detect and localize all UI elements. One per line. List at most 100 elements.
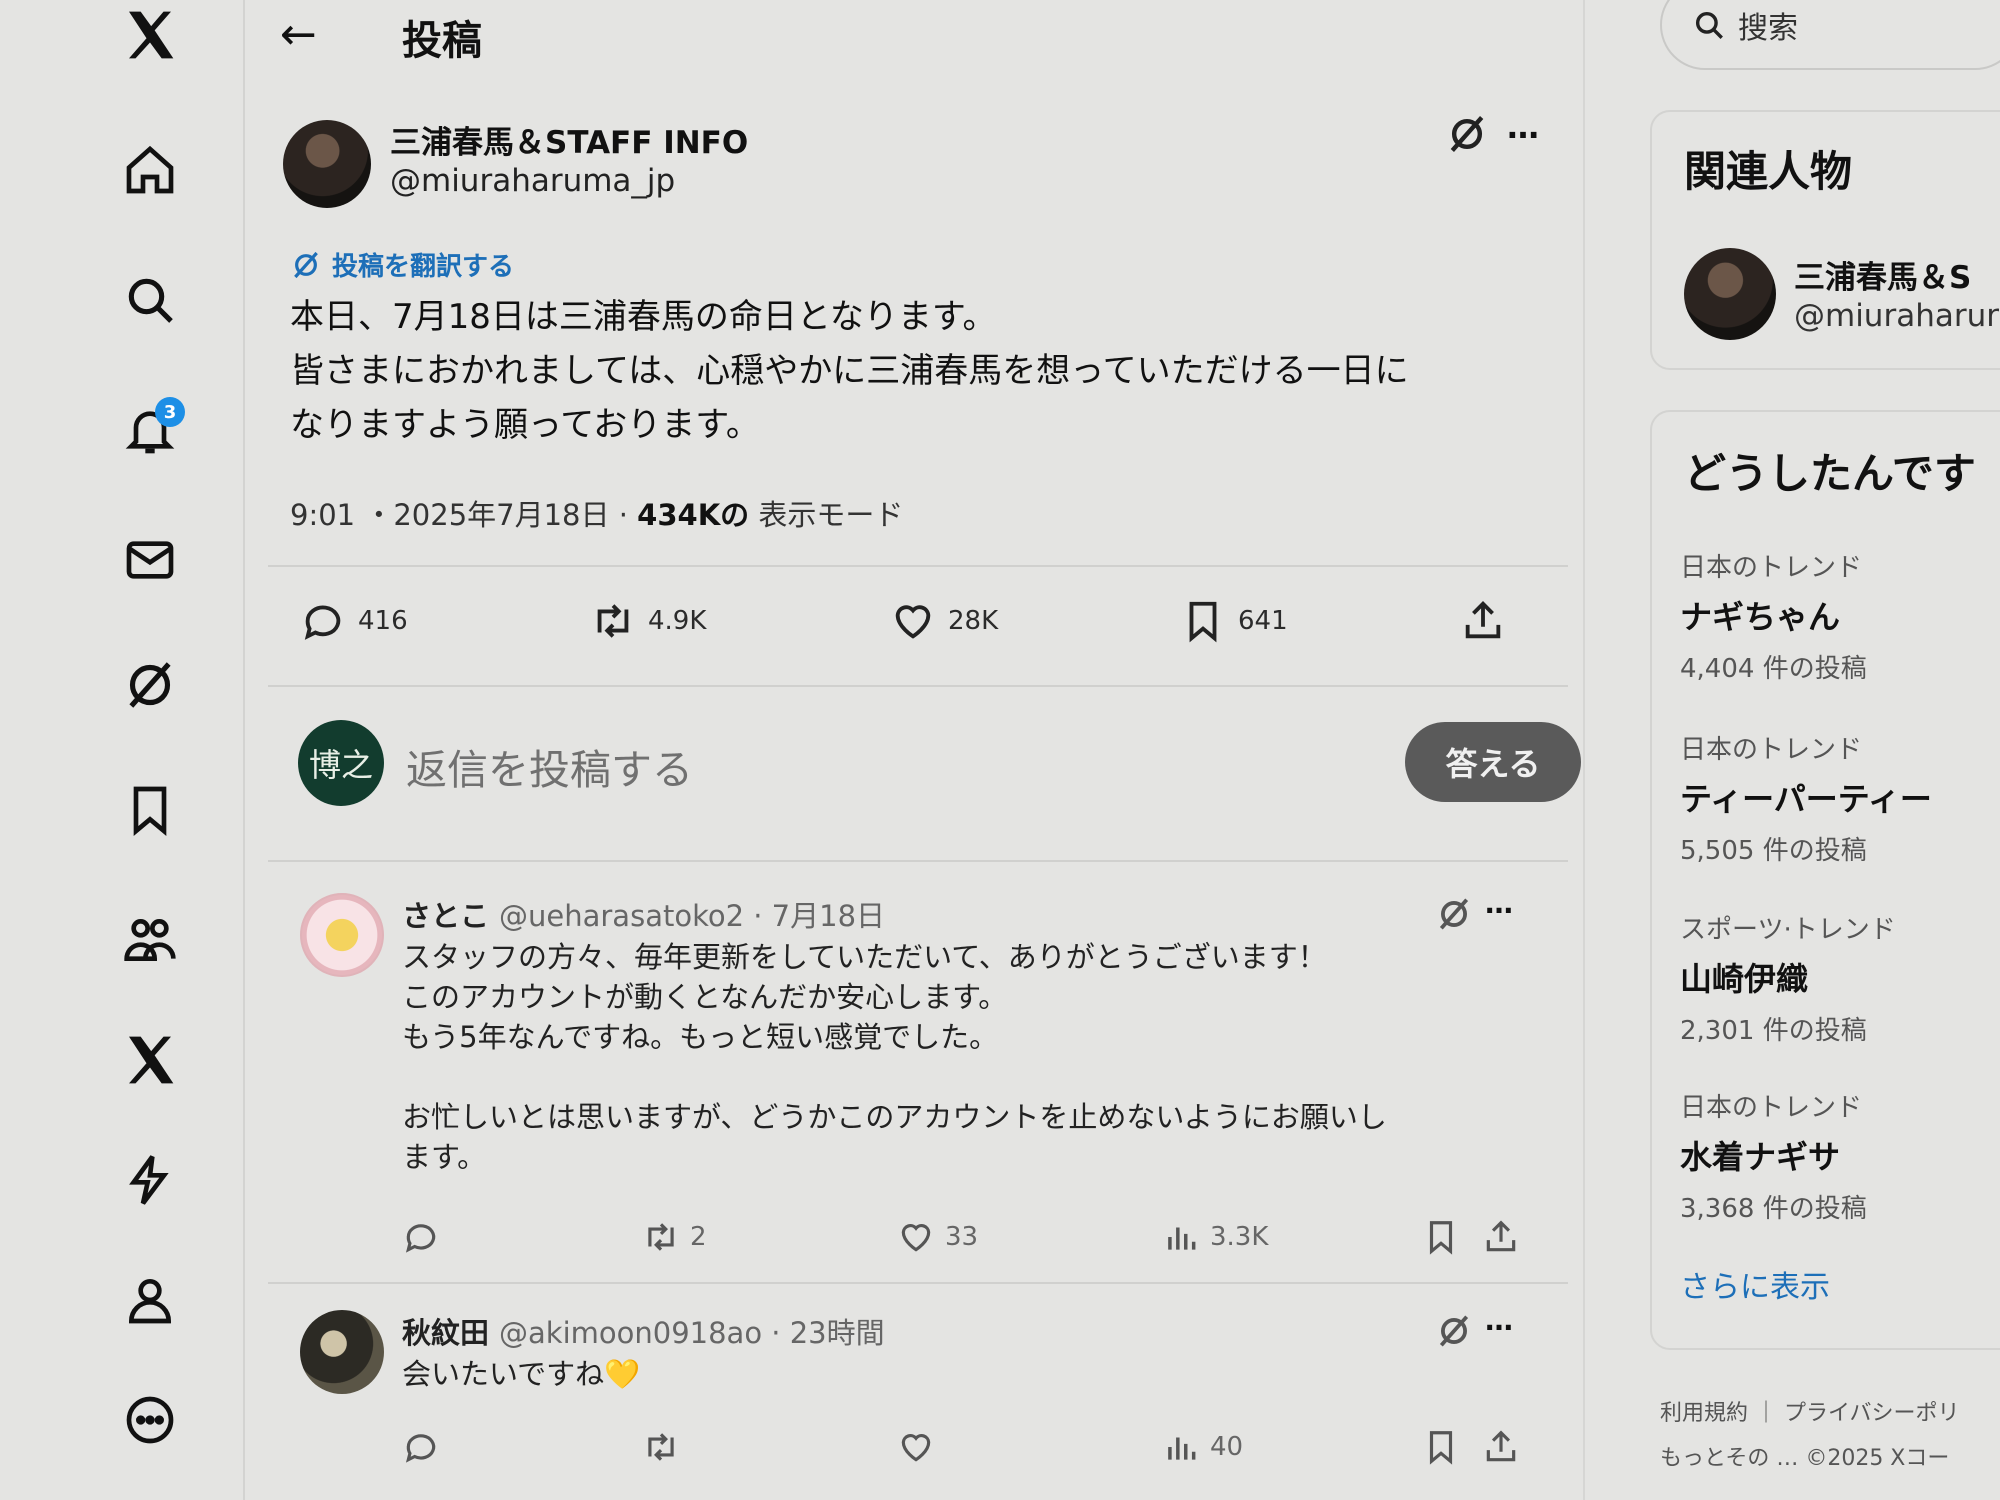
reply-action[interactable] [402,1428,440,1466]
bookmark-icon[interactable] [115,775,185,845]
trend-category: スポーツ·トレンド [1680,915,1896,945]
reply-author-name[interactable]: 秋紋田 [402,1316,489,1350]
reply-handle-time: @ueharasatoko2 · 7月18日 [499,899,886,933]
profile-icon[interactable] [115,1265,185,1335]
avatar[interactable] [300,1310,384,1394]
avatar[interactable] [1684,248,1776,340]
share-icon [1486,1430,1516,1462]
reply-handle-time: @akimoon0918ao · 23時間 [499,1316,885,1350]
related-title: 関連人物 [1684,147,1853,196]
my-avatar[interactable]: 博之 [298,720,384,806]
trend-count: 4,404 件の投稿 [1680,654,1867,684]
related-handle[interactable]: @miuraharur [1794,298,1999,334]
like-action[interactable]: 28K [890,598,998,644]
repost-icon [648,1223,674,1251]
grok-icon[interactable] [115,650,185,720]
notification-badge: 3 [155,397,185,427]
show-more-link[interactable]: さらに表示 [1680,1262,1830,1306]
reply-composer: 博之 返信を投稿する 答える [298,720,1581,810]
trend-item[interactable]: 日本のトレンド ティーパーティー 5,505 件の投稿 [1680,729,1932,867]
related-name[interactable]: 三浦春馬＆S [1794,252,1971,297]
author-handle[interactable]: @miuraharuma_jp [390,163,675,199]
reply-actions: 2 33 3.3K [402,1218,1516,1264]
left-nav: 3 [0,0,245,1500]
view-count: 40 [1210,1432,1244,1462]
bookmark-icon [1189,601,1217,643]
reply-action[interactable]: 416 [300,598,408,644]
reply-text-line: 会いたいですね💛 [402,1357,641,1391]
share-icon [1465,601,1501,639]
bookmark-icon [1429,1431,1453,1465]
avatar[interactable] [300,893,384,977]
repost-action[interactable]: 4.9K [590,598,706,644]
trend-item[interactable]: 日本のトレンド 水着ナギサ 3,368 件の投稿 [1680,1087,1867,1225]
translate-link[interactable]: 投稿を翻訳する [290,246,514,283]
views-action[interactable]: 3.3K [1162,1218,1268,1256]
share-action[interactable] [1460,598,1506,644]
repost-icon [597,604,629,638]
repost-count: 4.9K [648,606,707,636]
trend-item[interactable]: 日本のトレンド ナギちゃん 4,404 件の投稿 [1680,547,1867,685]
back-arrow-icon[interactable]: ← [280,10,330,60]
top-bar: ← 投稿 [250,0,1583,70]
bookmark-action[interactable] [1422,1218,1460,1256]
post-text-line: 本日、7月18日は三浦春馬の命日となります。 [290,297,997,337]
repost-action[interactable] [642,1428,680,1466]
divider [268,685,1568,687]
post-views-label: 表示モード [749,498,904,532]
author-name[interactable]: 三浦春馬＆STAFF INFO [390,117,748,162]
home-icon[interactable] [115,135,185,205]
trend-name: ティーパーティー [1680,780,1932,818]
heart-icon [901,1224,931,1252]
lightning-icon[interactable] [115,1145,185,1215]
trends-title: どうしたんです [1684,449,1976,498]
reply-text-line: スタッフの方々、毎年更新をしていただいて、ありがとうございます！ [402,940,1327,974]
communities-icon[interactable] [115,905,185,975]
reply-action[interactable] [402,1218,440,1256]
mail-icon[interactable] [115,525,185,595]
right-sidebar: 搜索 関連人物 三浦春馬＆S @miuraharur どうしたんです 日本のトレ… [1590,0,2000,1500]
bookmark-action[interactable] [1422,1428,1460,1466]
post-time[interactable]: 9:01 ・2025年7月18日 · [290,498,637,532]
search-box[interactable]: 搜索 [1660,0,2000,70]
footer-links[interactable]: 利用規約 ｜ プライバシーポリ [1660,1395,1960,1427]
reply-button[interactable]: 答える [1405,722,1581,802]
more-icon[interactable] [115,1385,185,1455]
trend-item[interactable]: スポーツ·トレンド 山崎伊織 2,301 件の投稿 [1680,909,1896,1047]
bookmark-count: 641 [1238,606,1288,636]
grok-icon[interactable] [1435,1312,1473,1350]
search-icon [1695,11,1723,39]
reply-author-name[interactable]: さとこ [402,899,489,933]
reply-text-line: もう5年なんですね。もっと短い感覚でした。 [402,1020,999,1054]
repost-icon [648,1433,674,1461]
like-action[interactable]: 33 [897,1218,978,1256]
author-avatar[interactable] [283,120,371,208]
more-options-icon[interactable]: … [1485,887,1515,920]
views-action[interactable]: 40 [1162,1428,1243,1466]
more-options-icon[interactable]: … [1485,1304,1515,1337]
repost-action[interactable]: 2 [642,1218,707,1256]
reply-text-line: ます。 [402,1140,487,1174]
bookmark-action[interactable]: 641 [1180,598,1288,644]
grok-icon[interactable] [1445,112,1489,156]
reply-icon [304,605,341,640]
share-icon [1486,1220,1516,1252]
page-title: 投稿 [402,18,482,64]
search-icon[interactable] [115,265,185,335]
reply-header: さとこ @ueharasatoko2 · 7月18日 [402,893,885,935]
post-text-line: 皆さまにおかれましては、心穏やかに三浦春馬を想っていただける一日に [290,351,1409,391]
share-action[interactable] [1482,1218,1520,1256]
search-input[interactable]: 搜索 [1738,3,1798,47]
reply-item[interactable]: さとこ @ueharasatoko2 · 7月18日 … スタッフの方々、毎年更新… [300,887,1550,1255]
x-logo-icon[interactable] [115,0,185,70]
reply-item[interactable]: 秋紋田 @akimoon0918ao · 23時間 … 会いたいですね💛 40 [300,1304,1550,1490]
like-action[interactable] [897,1428,935,1466]
more-options-icon[interactable]: … [1507,108,1541,146]
bell-icon[interactable]: 3 [115,395,185,465]
footer-copyright[interactable]: もっとその … ©2025 Xコー [1660,1440,1949,1472]
grok-icon[interactable] [1435,895,1473,933]
share-action[interactable] [1482,1428,1520,1466]
reply-input[interactable]: 返信を投稿する [406,736,693,796]
reply-text: 会いたいですね💛 [402,1354,640,1394]
x-premium-icon[interactable] [115,1025,185,1095]
